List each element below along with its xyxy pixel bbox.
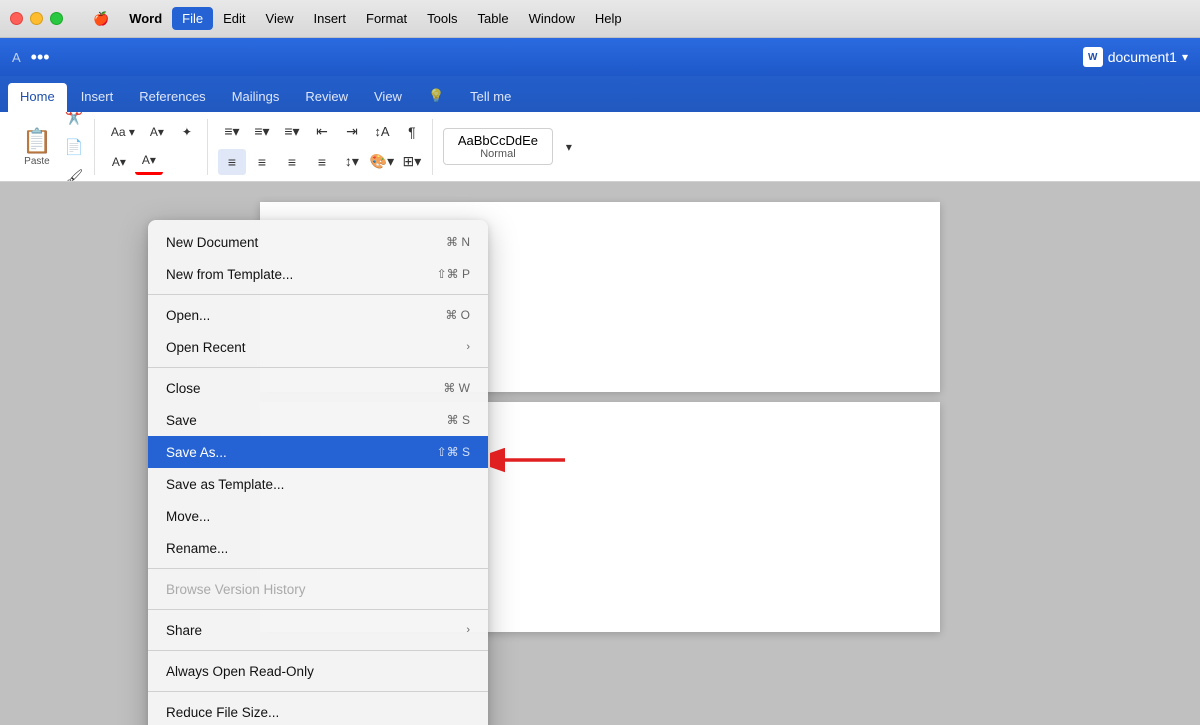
tab-tell-me[interactable]: Tell me <box>458 83 523 112</box>
help-menu[interactable]: Help <box>585 7 632 30</box>
tab-mailings[interactable]: Mailings <box>220 83 292 112</box>
separator-5 <box>148 650 488 651</box>
clear-format-btn[interactable]: ✦ <box>173 119 201 145</box>
app-name[interactable]: Word <box>119 7 172 30</box>
shading-btn[interactable]: 🎨▾ <box>368 149 396 175</box>
tab-view[interactable]: View <box>362 83 414 112</box>
menu-move[interactable]: Move... <box>148 500 488 532</box>
font-color-btn[interactable]: A▾ <box>135 149 163 175</box>
increase-indent-btn[interactable]: ⇥ <box>338 119 366 145</box>
tools-menu[interactable]: Tools <box>417 7 467 30</box>
ribbon-area: A ••• W document1 ▾ Home Insert Referenc… <box>0 38 1200 182</box>
tab-lightbulb: 💡 <box>416 82 456 112</box>
paragraph-row2: ≡ ≡ ≡ ≡ ↕▾ 🎨▾ ⊞▾ <box>218 149 426 175</box>
apple-menu[interactable]: 🍎 <box>83 7 119 31</box>
copy-button[interactable]: 📄 <box>60 134 88 160</box>
tab-references[interactable]: References <box>127 83 217 112</box>
align-center-btn[interactable]: ≡ <box>248 149 276 175</box>
table-menu[interactable]: Table <box>468 7 519 30</box>
font-row1: Aa ▾ A▾ ✦ <box>105 119 201 145</box>
toolbar-clipboard-group: 📋 Paste ✂️ 📄 🖌 <box>10 119 95 175</box>
menu-new-from-template[interactable]: New from Template... ⇧⌘ P <box>148 258 488 290</box>
minimize-button[interactable] <box>30 12 43 25</box>
menu-share[interactable]: Share › <box>148 614 488 646</box>
justify-btn[interactable]: ≡ <box>308 149 336 175</box>
cut-button[interactable]: ✂️ <box>60 112 88 130</box>
font-row2: A▾ A▾ <box>105 149 163 175</box>
traffic-lights <box>10 12 63 25</box>
tab-home[interactable]: Home <box>8 83 67 112</box>
menu-new-document[interactable]: New Document ⌘ N <box>148 226 488 258</box>
menu-close[interactable]: Close ⌘ W <box>148 372 488 404</box>
paste-button[interactable]: 📋 Paste <box>16 123 58 171</box>
mac-menu-bar: 🍎 Word File Edit View Insert Format Tool… <box>83 7 632 31</box>
toolbar-styles-group: AaBbCcDdEe Normal ▾ <box>437 119 589 175</box>
insert-menu[interactable]: Insert <box>303 7 356 30</box>
view-menu[interactable]: View <box>256 7 304 30</box>
align-left-btn[interactable]: ≡ <box>218 149 246 175</box>
format-painter-button[interactable]: 🖌 <box>60 164 88 183</box>
toolbar-paragraph-group: ≡▾ ≡▾ ≡▾ ⇤ ⇥ ↕A ¶ ≡ ≡ ≡ ≡ ↕▾ 🎨▾ ⊞▾ <box>212 119 433 175</box>
file-menu[interactable]: File <box>172 7 213 30</box>
multilevel-btn[interactable]: ≡▾ <box>278 119 306 145</box>
bullets-btn[interactable]: ≡▾ <box>218 119 246 145</box>
menu-save[interactable]: Save ⌘ S <box>148 404 488 436</box>
align-right-btn[interactable]: ≡ <box>278 149 306 175</box>
menu-open-recent[interactable]: Open Recent › <box>148 331 488 363</box>
style-name: Normal <box>454 148 542 160</box>
doc-title: W document1 ▾ <box>1083 47 1188 67</box>
tab-review[interactable]: Review <box>293 83 360 112</box>
menu-save-as-template[interactable]: Save as Template... <box>148 468 488 500</box>
line-spacing-btn[interactable]: ↕▾ <box>338 149 366 175</box>
ribbon-right: W document1 ▾ <box>1083 47 1188 67</box>
ribbon-tabs: Home Insert References Mailings Review V… <box>0 76 1200 112</box>
style-gallery[interactable]: AaBbCcDdEe Normal <box>443 128 553 165</box>
format-menu[interactable]: Format <box>356 7 417 30</box>
title-bar: 🍎 Word File Edit View Insert Format Tool… <box>0 0 1200 38</box>
menu-rename[interactable]: Rename... <box>148 532 488 564</box>
quick-access: A <box>12 50 21 65</box>
borders-btn[interactable]: ⊞▾ <box>398 149 426 175</box>
separator-2 <box>148 367 488 368</box>
close-button[interactable] <box>10 12 23 25</box>
font-name-btn[interactable]: Aa ▾ <box>105 119 141 145</box>
menu-browse-version-history: Browse Version History <box>148 573 488 605</box>
chevron-down-icon[interactable]: ▾ <box>1182 50 1188 64</box>
window-menu[interactable]: Window <box>519 7 585 30</box>
menu-save-as[interactable]: Save As... ⇧⌘ S <box>148 436 488 468</box>
highlight-btn[interactable]: A▾ <box>105 149 133 175</box>
ribbon-toolbar: 📋 Paste ✂️ 📄 🖌 Aa ▾ A▾ ✦ A▾ A▾ <box>0 112 1200 182</box>
clipboard-sub: ✂️ 📄 🖌 <box>60 112 88 182</box>
separator-4 <box>148 609 488 610</box>
font-size-btn[interactable]: A▾ <box>143 119 171 145</box>
maximize-button[interactable] <box>50 12 63 25</box>
separator-1 <box>148 294 488 295</box>
toolbar-font-group: Aa ▾ A▾ ✦ A▾ A▾ <box>99 119 208 175</box>
ribbon-top: A ••• W document1 ▾ <box>0 38 1200 76</box>
paste-label: Paste <box>24 156 50 167</box>
more-button[interactable]: ••• <box>31 47 50 68</box>
decrease-indent-btn[interactable]: ⇤ <box>308 119 336 145</box>
styles-expand-btn[interactable]: ▾ <box>555 134 583 160</box>
show-formatting-btn[interactable]: ¶ <box>398 119 426 145</box>
numbering-btn[interactable]: ≡▾ <box>248 119 276 145</box>
file-dropdown-menu: New Document ⌘ N New from Template... ⇧⌘… <box>148 220 488 725</box>
style-preview: AaBbCcDdEe <box>454 133 542 148</box>
menu-reduce-file-size[interactable]: Reduce File Size... <box>148 696 488 725</box>
menu-always-open-read-only[interactable]: Always Open Read-Only <box>148 655 488 687</box>
tab-insert[interactable]: Insert <box>69 83 126 112</box>
separator-3 <box>148 568 488 569</box>
paragraph-row1: ≡▾ ≡▾ ≡▾ ⇤ ⇥ ↕A ¶ <box>218 119 426 145</box>
separator-6 <box>148 691 488 692</box>
word-icon: W <box>1083 47 1103 67</box>
menu-open[interactable]: Open... ⌘ O <box>148 299 488 331</box>
edit-menu[interactable]: Edit <box>213 7 255 30</box>
sort-btn[interactable]: ↕A <box>368 119 396 145</box>
document-area: New Document ⌘ N New from Template... ⇧⌘… <box>0 182 1200 725</box>
